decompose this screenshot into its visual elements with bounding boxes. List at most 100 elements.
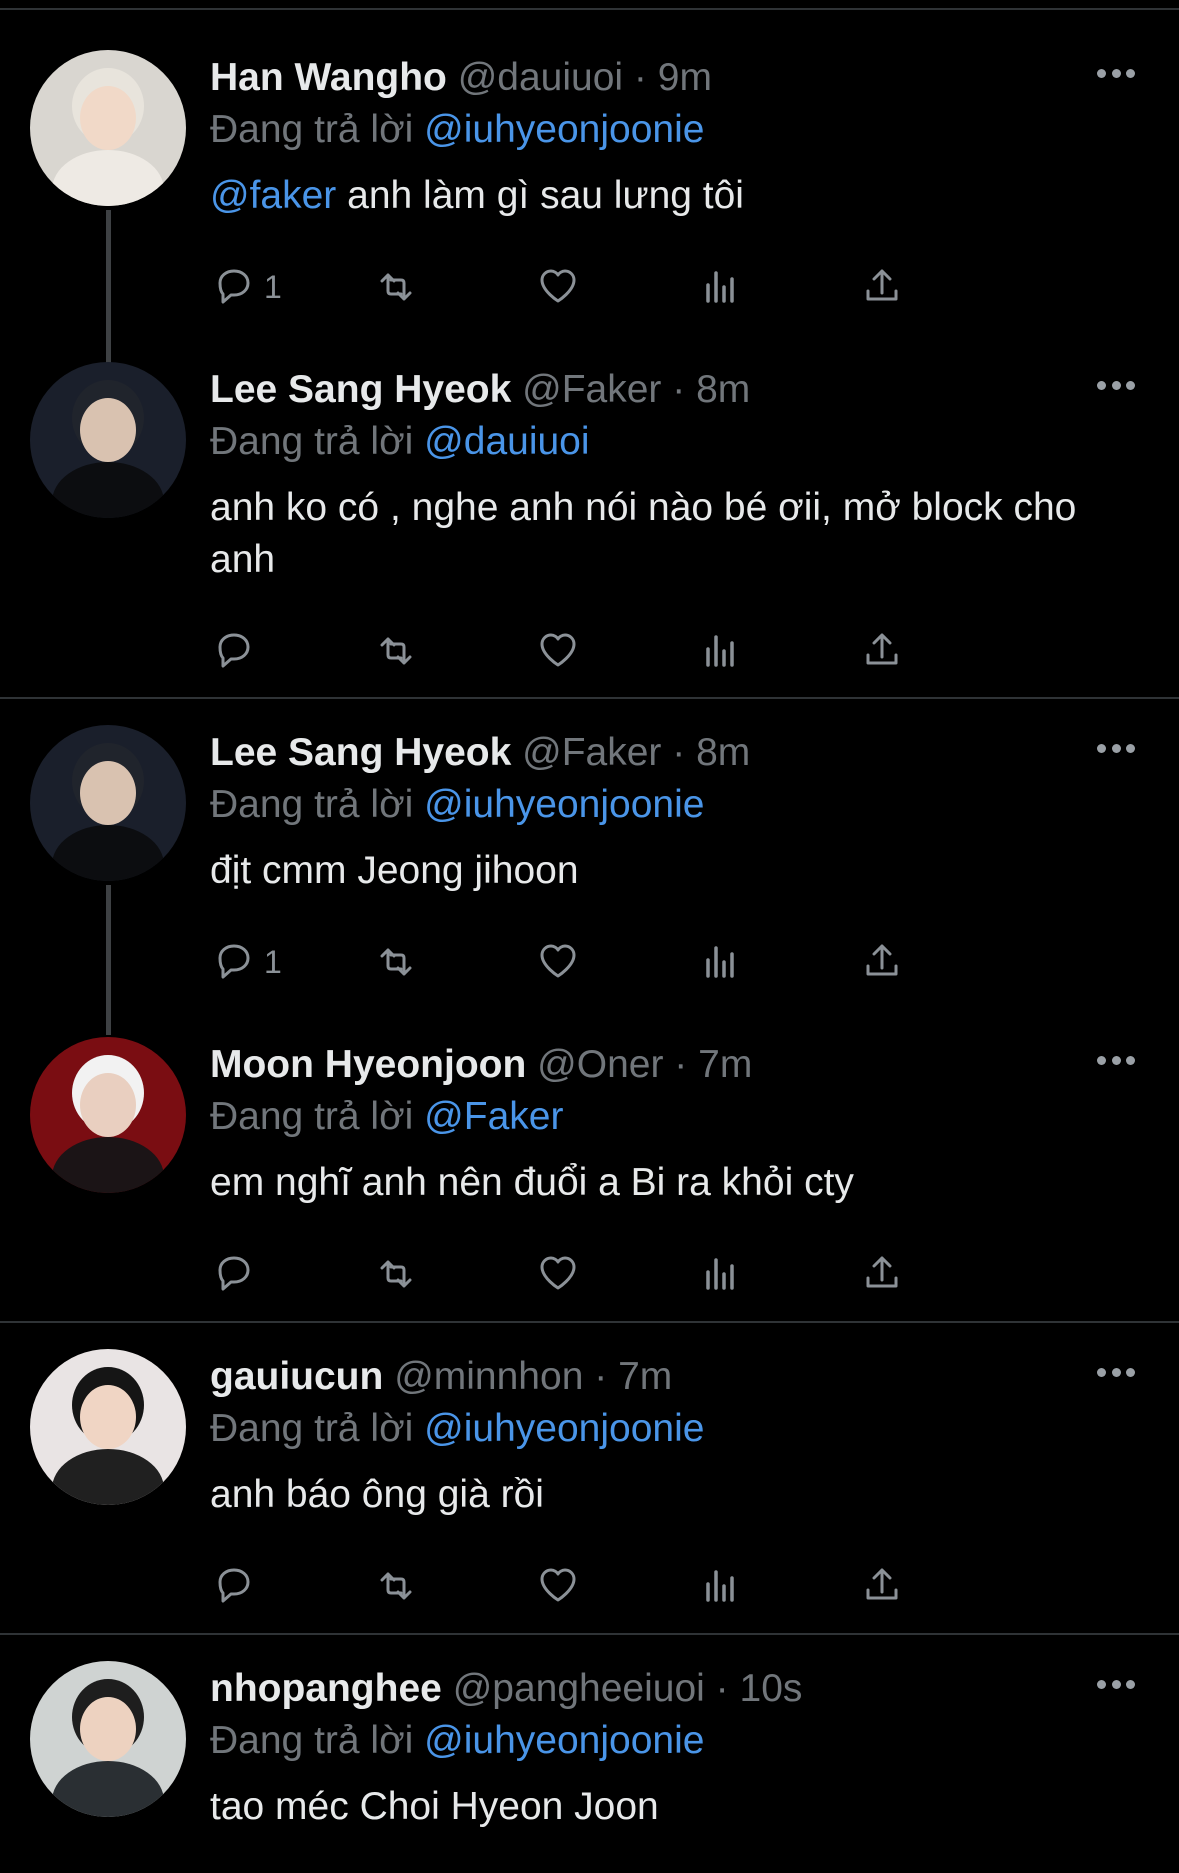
like-button[interactable]	[534, 625, 582, 677]
action-bar	[210, 1248, 1050, 1300]
display-name[interactable]: nhopanghee	[210, 1667, 442, 1710]
replying-to-label: Đang trả lời	[210, 1095, 414, 1138]
tweet-header: Lee Sang Hyeok @Faker · 8m	[210, 366, 750, 414]
like-button[interactable]	[534, 1248, 582, 1300]
separator-dot: ·	[594, 1355, 608, 1398]
more-icon[interactable]	[1097, 1365, 1135, 1379]
replying-to-label: Đang trả lời	[210, 783, 414, 826]
share-icon	[866, 1568, 898, 1600]
retweet-icon	[380, 1260, 412, 1288]
like-icon	[540, 269, 576, 303]
action-bar	[210, 1560, 1050, 1612]
replying-to: Đang trả lời @iuhyeonjoonie	[210, 1717, 704, 1765]
retweet-button[interactable]	[372, 625, 420, 677]
separator-dot: ·	[672, 368, 686, 411]
text-mention-link[interactable]: @faker	[210, 174, 336, 217]
thread-line	[106, 885, 111, 1035]
timestamp[interactable]: 7m	[618, 1355, 672, 1398]
share-button[interactable]	[858, 625, 906, 677]
reply-icon	[218, 1568, 250, 1603]
tweet-header: Han Wangho @dauiuoi · 9m	[210, 54, 712, 102]
views-button[interactable]	[696, 625, 744, 677]
like-button[interactable]	[534, 1560, 582, 1612]
tweet-divider	[0, 697, 1179, 699]
action-bar	[210, 625, 1050, 677]
reply-icon	[218, 1256, 250, 1291]
timestamp[interactable]: 7m	[698, 1043, 752, 1086]
user-handle[interactable]: @Faker	[522, 731, 661, 774]
reply-icon	[218, 269, 250, 304]
reply-mention-link[interactable]: @iuhyeonjoonie	[424, 783, 704, 826]
retweet-button[interactable]	[372, 1248, 420, 1300]
separator-dot: ·	[674, 1043, 688, 1086]
avatar[interactable]	[30, 362, 186, 518]
reply-button[interactable]: 1	[210, 261, 282, 313]
reply-mention-link[interactable]: @iuhyeonjoonie	[424, 1407, 704, 1450]
views-button[interactable]	[696, 1248, 744, 1300]
avatar[interactable]	[30, 1349, 186, 1505]
user-handle[interactable]: @dauiuoi	[458, 56, 623, 99]
more-icon[interactable]	[1097, 1053, 1135, 1067]
timestamp[interactable]: 10s	[740, 1667, 803, 1710]
more-icon[interactable]	[1097, 1677, 1135, 1691]
retweet-button[interactable]	[372, 936, 420, 988]
share-button[interactable]	[858, 261, 906, 313]
like-icon	[540, 1256, 576, 1290]
like-button[interactable]	[534, 936, 582, 988]
share-icon	[866, 269, 898, 301]
reply-button[interactable]	[210, 625, 264, 677]
tweet-header: Moon Hyeonjoon @Oner · 7m	[210, 1041, 752, 1089]
views-button[interactable]	[696, 261, 744, 313]
tweet-text: tao méc Choi Hyeon Joon	[210, 1781, 1130, 1833]
share-button[interactable]	[858, 936, 906, 988]
tweet-text-content: anh ko có , nghe anh nói nào bé ơii, mở …	[210, 486, 1077, 581]
display-name[interactable]: Moon Hyeonjoon	[210, 1043, 526, 1086]
separator-dot: ·	[672, 731, 686, 774]
replying-to-label: Đang trả lời	[210, 108, 414, 151]
retweet-button[interactable]	[372, 261, 420, 313]
replying-to-label: Đang trả lời	[210, 1719, 414, 1762]
avatar[interactable]	[30, 725, 186, 881]
reply-mention-link[interactable]: @dauiuoi	[424, 420, 589, 463]
share-button[interactable]	[858, 1248, 906, 1300]
separator-dot: ·	[633, 56, 647, 99]
display-name[interactable]: Han Wangho	[210, 56, 447, 99]
timestamp[interactable]: 9m	[658, 56, 712, 99]
display-name[interactable]: Lee Sang Hyeok	[210, 368, 511, 411]
user-handle[interactable]: @minnhon	[394, 1355, 583, 1398]
views-button[interactable]	[696, 1560, 744, 1612]
tweet-text: @faker anh làm gì sau lưng tôi	[210, 170, 1130, 222]
reply-button[interactable]: 1	[210, 936, 282, 988]
reply-button[interactable]	[210, 1248, 264, 1300]
views-icon	[706, 635, 734, 667]
avatar[interactable]	[30, 1037, 186, 1193]
reply-mention-link[interactable]: @iuhyeonjoonie	[424, 1719, 704, 1762]
reply-mention-link[interactable]: @Faker	[424, 1095, 563, 1138]
replying-to: Đang trả lời @iuhyeonjoonie	[210, 1405, 704, 1453]
retweet-button[interactable]	[372, 1560, 420, 1612]
views-button[interactable]	[696, 936, 744, 988]
share-button[interactable]	[858, 1560, 906, 1612]
timestamp[interactable]: 8m	[696, 731, 750, 774]
reply-button[interactable]	[210, 1560, 264, 1612]
more-icon[interactable]	[1097, 66, 1135, 80]
replying-to-label: Đang trả lời	[210, 420, 414, 463]
retweet-icon	[380, 948, 412, 976]
user-handle[interactable]: @Oner	[537, 1043, 663, 1086]
reply-icon	[218, 944, 250, 979]
display-name[interactable]: Lee Sang Hyeok	[210, 731, 511, 774]
more-icon[interactable]	[1097, 741, 1135, 755]
user-handle[interactable]: @Faker	[522, 368, 661, 411]
share-icon	[866, 633, 898, 665]
user-handle[interactable]: @pangheeiuoi	[453, 1667, 705, 1710]
avatar[interactable]	[30, 50, 186, 206]
like-button[interactable]	[534, 261, 582, 313]
more-icon[interactable]	[1097, 378, 1135, 392]
display-name[interactable]: gauiucun	[210, 1355, 383, 1398]
replying-to: Đang trả lời @Faker	[210, 1093, 563, 1141]
views-icon	[706, 271, 734, 303]
tweet-text-content: em nghĩ anh nên đuổi a Bi ra khỏi cty	[210, 1161, 854, 1204]
reply-mention-link[interactable]: @iuhyeonjoonie	[424, 108, 704, 151]
timestamp[interactable]: 8m	[696, 368, 750, 411]
avatar[interactable]	[30, 1661, 186, 1817]
